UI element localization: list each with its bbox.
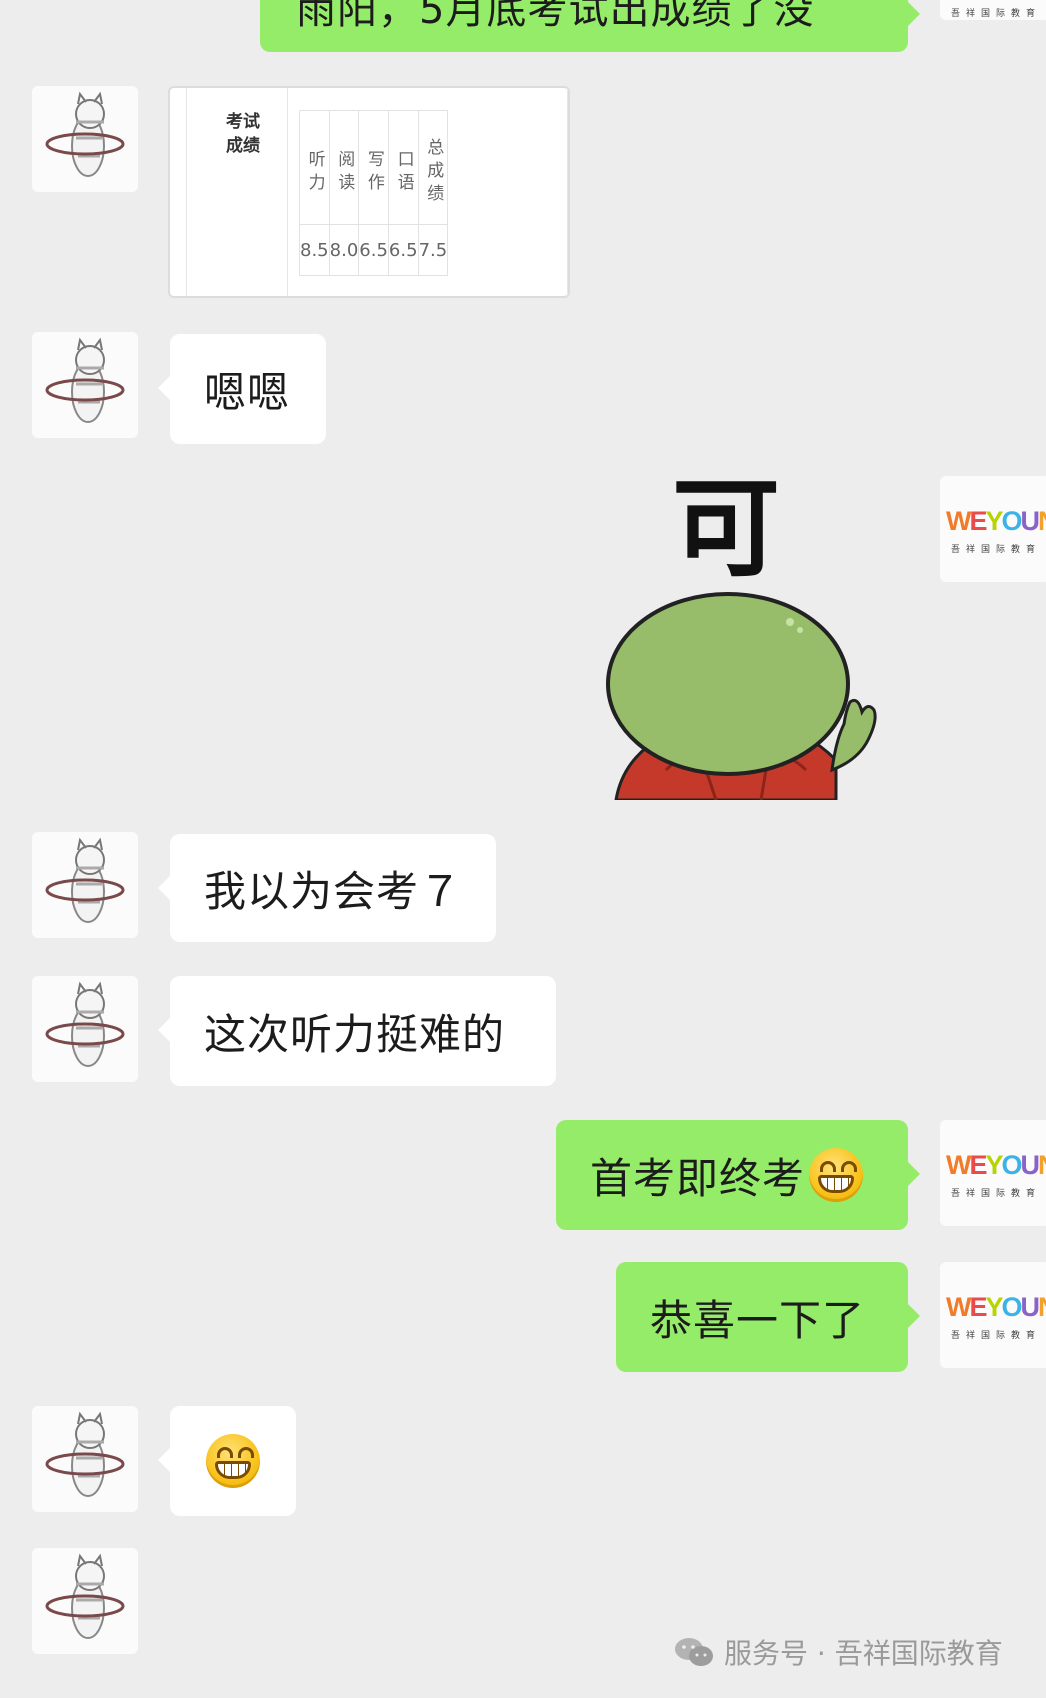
score-header-reading: 阅读 <box>328 110 360 225</box>
logo-letter: U <box>1020 506 1040 536</box>
avatar-contact[interactable] <box>32 976 138 1082</box>
avatar-contact[interactable] <box>32 332 138 438</box>
turtle-icon <box>606 592 877 800</box>
cat-avatar-icon <box>45 981 125 1067</box>
message-text: 首考即终考 <box>590 1153 806 1203</box>
cat-avatar-icon <box>45 837 125 923</box>
brand-subtitle: 吾祥国际教育 <box>950 1331 1041 1341</box>
score-value-listening: 8.5 <box>299 224 330 276</box>
avatar-self[interactable]: WEYOUNG 吾祥国际教育 <box>940 1120 1046 1226</box>
score-header-listening: 听力 <box>299 110 330 225</box>
watermark: 服务号 · 吾祥国际教育 <box>674 1632 1003 1672</box>
cat-avatar-icon <box>45 1553 125 1639</box>
logo-letter: N <box>1038 1150 1046 1180</box>
logo-letter: Y <box>985 1150 1004 1180</box>
score-header-overall: 总成绩 <box>417 110 449 225</box>
watermark-text: 服务号 · 吾祥国际教育 <box>724 1637 1003 1670</box>
logo-letter: E <box>969 506 987 536</box>
avatar-contact[interactable] <box>32 86 138 192</box>
logo-letter: N <box>1038 506 1046 536</box>
turtle-sticker[interactable]: 可 以 <box>596 470 896 800</box>
message-text: 这次听力挺难的 <box>204 1009 506 1059</box>
weyoung-logo: WEYOUNG <box>946 506 1046 537</box>
message-bubble-sent[interactable]: 首考即终考 <box>556 1120 920 1230</box>
logo-letter: W <box>946 506 972 536</box>
logo-letter: Y <box>985 1292 1004 1322</box>
divider <box>287 88 288 296</box>
logo-letter: Y <box>985 506 1004 536</box>
grinning-face-icon <box>206 1434 260 1488</box>
weyoung-logo: WEYOUNG <box>946 1292 1046 1323</box>
logo-letter: E <box>969 1150 987 1180</box>
message-bubble-received[interactable] <box>158 1406 296 1516</box>
logo-letter: W <box>946 1292 972 1322</box>
avatar-contact[interactable] <box>32 1406 138 1512</box>
message-bubble-sent[interactable]: 恭喜一下了 <box>616 1262 920 1372</box>
logo-letter: O <box>1001 506 1023 536</box>
wechat-icon <box>675 1638 713 1666</box>
logo-letter: O <box>1001 1292 1023 1322</box>
logo-letter: U <box>1020 1150 1040 1180</box>
score-value-overall: 7.5 <box>417 224 449 276</box>
score-value-reading: 8.0 <box>328 224 360 276</box>
logo-letter: O <box>1001 1150 1023 1180</box>
score-card-label: 考试成绩 <box>226 112 260 156</box>
cat-avatar-icon <box>45 337 125 423</box>
message-text: 我以为会考７ <box>204 866 463 916</box>
message-bubble-received[interactable]: 这次听力挺难的 <box>158 976 556 1086</box>
score-value-speaking: 6.5 <box>387 224 419 276</box>
message-bubble-sent[interactable]: 雨阳，5月底考试出成绩了没 <box>260 0 920 52</box>
brand-subtitle: 吾祥国际教育 <box>950 545 1041 555</box>
avatar-self[interactable]: WEYOUNG 吾祥国际教育 <box>940 476 1046 582</box>
divider <box>567 88 568 296</box>
score-header-speaking: 口语 <box>387 110 419 225</box>
avatar-self[interactable]: WEYOUNG 吾祥国际教育 <box>940 1262 1046 1368</box>
logo-letter: E <box>969 1292 987 1322</box>
logo-letter: N <box>1038 1292 1046 1322</box>
brand-subtitle: 吾祥国际教育 <box>950 1189 1041 1199</box>
message-bubble-received[interactable]: 嗯嗯 <box>158 334 326 444</box>
score-header-writing: 写作 <box>358 110 389 225</box>
score-value-writing: 6.5 <box>358 224 389 276</box>
score-card-frame: 考试成绩 听力 阅读 写作 口语 总成绩 8.5 8.0 6.5 6.5 7.5 <box>186 88 568 296</box>
cat-avatar-icon <box>45 1411 125 1497</box>
message-text: 嗯嗯 <box>204 367 291 417</box>
score-card-image[interactable]: 考试成绩 听力 阅读 写作 口语 总成绩 8.5 8.0 6.5 6.5 7.5 <box>168 86 570 298</box>
message-bubble-received[interactable]: 我以为会考７ <box>158 834 496 942</box>
avatar-contact[interactable] <box>32 1548 138 1654</box>
logo-letter: U <box>1020 1292 1040 1322</box>
avatar-contact[interactable] <box>32 832 138 938</box>
avatar-self[interactable]: 吾祥国际教育 <box>940 0 1046 20</box>
grinning-face-icon <box>809 1148 864 1202</box>
logo-letter: W <box>946 1150 972 1180</box>
score-table: 听力 阅读 写作 口语 总成绩 8.5 8.0 6.5 6.5 7.5 <box>299 110 449 276</box>
cat-avatar-icon <box>45 91 125 177</box>
message-text: 雨阳，5月底考试出成绩了没 <box>296 0 815 33</box>
brand-subtitle: 吾祥国际教育 <box>950 9 1041 19</box>
weyoung-logo: WEYOUNG <box>946 1150 1046 1181</box>
message-text: 恭喜一下了 <box>650 1295 866 1345</box>
